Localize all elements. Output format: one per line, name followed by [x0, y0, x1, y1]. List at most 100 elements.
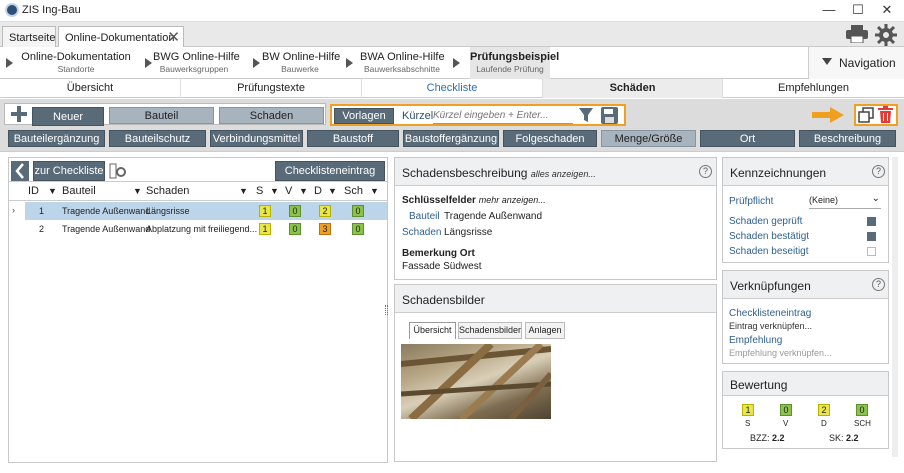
main-tabs: Übersicht Prüfungstexte Checkliste Schäd… [0, 79, 904, 98]
document-tabs: Startseite Online-Dokumentation ✕ [0, 22, 904, 48]
close-tab-icon[interactable]: ✕ [167, 28, 180, 46]
link-checklisteneintrag[interactable]: Checklisteneintrag [729, 308, 811, 319]
crumb-arrow-icon [6, 58, 13, 68]
col-bauteil[interactable]: Bauteil [62, 185, 96, 197]
cell-id: 2 [39, 224, 45, 234]
back-chevron-icon[interactable] [11, 161, 29, 181]
close-button[interactable]: ✕ [872, 0, 902, 22]
filter-icon[interactable]: ▼ [299, 186, 308, 196]
filter-icon[interactable]: ▼ [370, 186, 379, 196]
bzz-summary: BZZ: 2.2 [750, 433, 785, 443]
help-icon[interactable]: ? [872, 278, 885, 291]
keyfields-heading: Schlüsselfelder mehr anzeigen... [402, 195, 546, 206]
score-d: 2 [818, 404, 830, 416]
crumb-online-dokumentation[interactable]: Online-Dokumentation Standorte [20, 47, 132, 79]
score-s: 1 [742, 404, 754, 416]
filter-icon[interactable] [579, 107, 593, 123]
damage-list-panel: zur Checkliste Checklisteneintrag filter… [8, 157, 388, 463]
tab-pruefungstexte[interactable]: Prüfungstexte [181, 79, 362, 98]
column-settings-icon[interactable] [109, 163, 127, 179]
tab-schaeden[interactable]: Schäden [543, 79, 723, 98]
baustoff-button[interactable]: Baustoff [307, 130, 399, 147]
tab-checkliste[interactable]: Checkliste [362, 79, 543, 98]
folgeschaden-button[interactable]: Folgeschaden [503, 130, 597, 147]
link-empfehlung[interactable]: Empfehlung [729, 335, 782, 346]
bauteilergaenzung-button[interactable]: Bauteilergänzung [8, 130, 105, 147]
navigation-button[interactable]: Navigation [808, 47, 904, 79]
filter-icon[interactable]: ▼ [270, 186, 279, 196]
delete-trash-icon[interactable] [878, 106, 893, 123]
score-label: S [745, 419, 751, 428]
vertical-scrollbar[interactable] [892, 157, 898, 457]
printer-icon[interactable] [846, 25, 868, 44]
copy-icon[interactable] [858, 107, 874, 123]
plus-icon[interactable] [9, 105, 29, 123]
cell-bauteil: Tragende Außenwand [62, 206, 151, 216]
filter-icon[interactable]: ▼ [328, 186, 337, 196]
minimize-button[interactable]: — [814, 0, 844, 22]
beschreibung-button[interactable]: Beschreibung [799, 130, 896, 147]
crumb-arrow-icon [453, 58, 460, 68]
more-link[interactable]: mehr anzeigen... [479, 195, 546, 205]
help-icon[interactable]: ? [699, 165, 712, 178]
verbindungsmittel-button[interactable]: Verbindungsmittel [210, 130, 303, 147]
bauteil-value: Tragende Außenwand [444, 211, 543, 222]
damage-photo[interactable] [401, 344, 551, 419]
settings-gear-icon[interactable] [875, 24, 897, 46]
save-icon[interactable] [601, 107, 618, 124]
tab-label: Online-Dokumentation [65, 32, 175, 44]
filter-checklist-entry-button[interactable]: Checklisteneintrag filtern [275, 161, 385, 196]
splitter-handle[interactable] [385, 305, 388, 315]
tab-online-dokumentation[interactable]: Online-Dokumentation ✕ [58, 26, 184, 48]
check-label: Schaden beseitigt [729, 246, 809, 257]
col-d[interactable]: D [314, 185, 322, 197]
baustoffergaenzung-button[interactable]: Baustoffergänzung [403, 130, 499, 147]
back-to-checklist-button[interactable]: zur Checkliste [33, 161, 105, 181]
new-damage-button[interactable]: Neuer Schaden [32, 107, 104, 141]
crumb-bw[interactable]: BW Online-Hilfe Bauwerke [262, 47, 340, 79]
tab-schadensbilder[interactable]: Schadensbilder [458, 322, 522, 339]
col-schaden[interactable]: Schaden [146, 185, 189, 197]
ort-button[interactable]: Ort [700, 130, 795, 147]
col-v[interactable]: V [285, 185, 292, 197]
col-s[interactable]: S [256, 185, 263, 197]
panel-title: Schadensbilder [402, 293, 485, 307]
crumb-bwa[interactable]: BWA Online-Hilfe Bauwerksabschnitte [360, 47, 445, 79]
tab-anlagen[interactable]: Anlagen [525, 322, 565, 339]
checkbox-geprueft[interactable] [867, 217, 876, 226]
maximize-button[interactable]: ☐ [843, 0, 873, 22]
score-s: 1 [259, 223, 271, 235]
col-id[interactable]: ID [28, 185, 39, 197]
crumb-bwg[interactable]: BWG Online-Hilfe Bauwerksgruppen [153, 47, 240, 79]
checkbox-beseitigt[interactable] [867, 247, 876, 256]
filter-icon[interactable]: ▼ [239, 186, 248, 196]
damage-description-panel: Schadensbeschreibung alles anzeigen... ?… [394, 157, 717, 280]
show-all-link[interactable]: alles anzeigen... [531, 169, 596, 179]
crumb-arrow-icon [346, 58, 353, 68]
help-icon[interactable]: ? [872, 165, 885, 178]
tab-uebersicht[interactable]: Übersicht [0, 79, 181, 98]
panel-title: Bewertung [730, 378, 788, 392]
tab-startseite[interactable]: Startseite [2, 26, 56, 48]
bauteilschutz-button[interactable]: Bauteilschutz [109, 130, 206, 147]
vorlagen-button[interactable]: Vorlagen [334, 108, 394, 124]
col-sch[interactable]: Sch [344, 185, 363, 197]
schaden-button[interactable]: Schaden [219, 107, 324, 124]
kuerzel-input[interactable] [433, 108, 573, 124]
bauteil-button[interactable]: Bauteil [109, 107, 214, 124]
score-label: SCH [854, 419, 871, 428]
link-empfehlung-sub[interactable]: Empfehlung verknüpfen... [729, 348, 832, 358]
tab-empfehlungen[interactable]: Empfehlungen [723, 79, 904, 98]
crumb-pruefungsbeispiel[interactable]: Prüfungsbeispiel Laufende Prüfung [470, 47, 559, 79]
checkbox-bestaetigt[interactable] [867, 232, 876, 241]
filter-icon[interactable]: ▼ [133, 186, 142, 196]
link-checklisteneintrag-sub[interactable]: Eintrag verknüpfen... [729, 321, 812, 331]
score-sch: 0 [856, 404, 868, 416]
menge-groesse-button[interactable]: Menge/Größe [601, 130, 696, 147]
chevron-down-icon: ⌄ [871, 193, 880, 204]
check-label: Schaden bestätigt [729, 231, 810, 242]
filter-icon[interactable]: ▼ [48, 186, 57, 196]
tab-uebersicht-images[interactable]: Übersicht [409, 322, 456, 339]
pruefpflicht-select[interactable]: (Keine) ⌄ [809, 193, 881, 209]
sk-summary: SK: 2.2 [829, 433, 859, 443]
